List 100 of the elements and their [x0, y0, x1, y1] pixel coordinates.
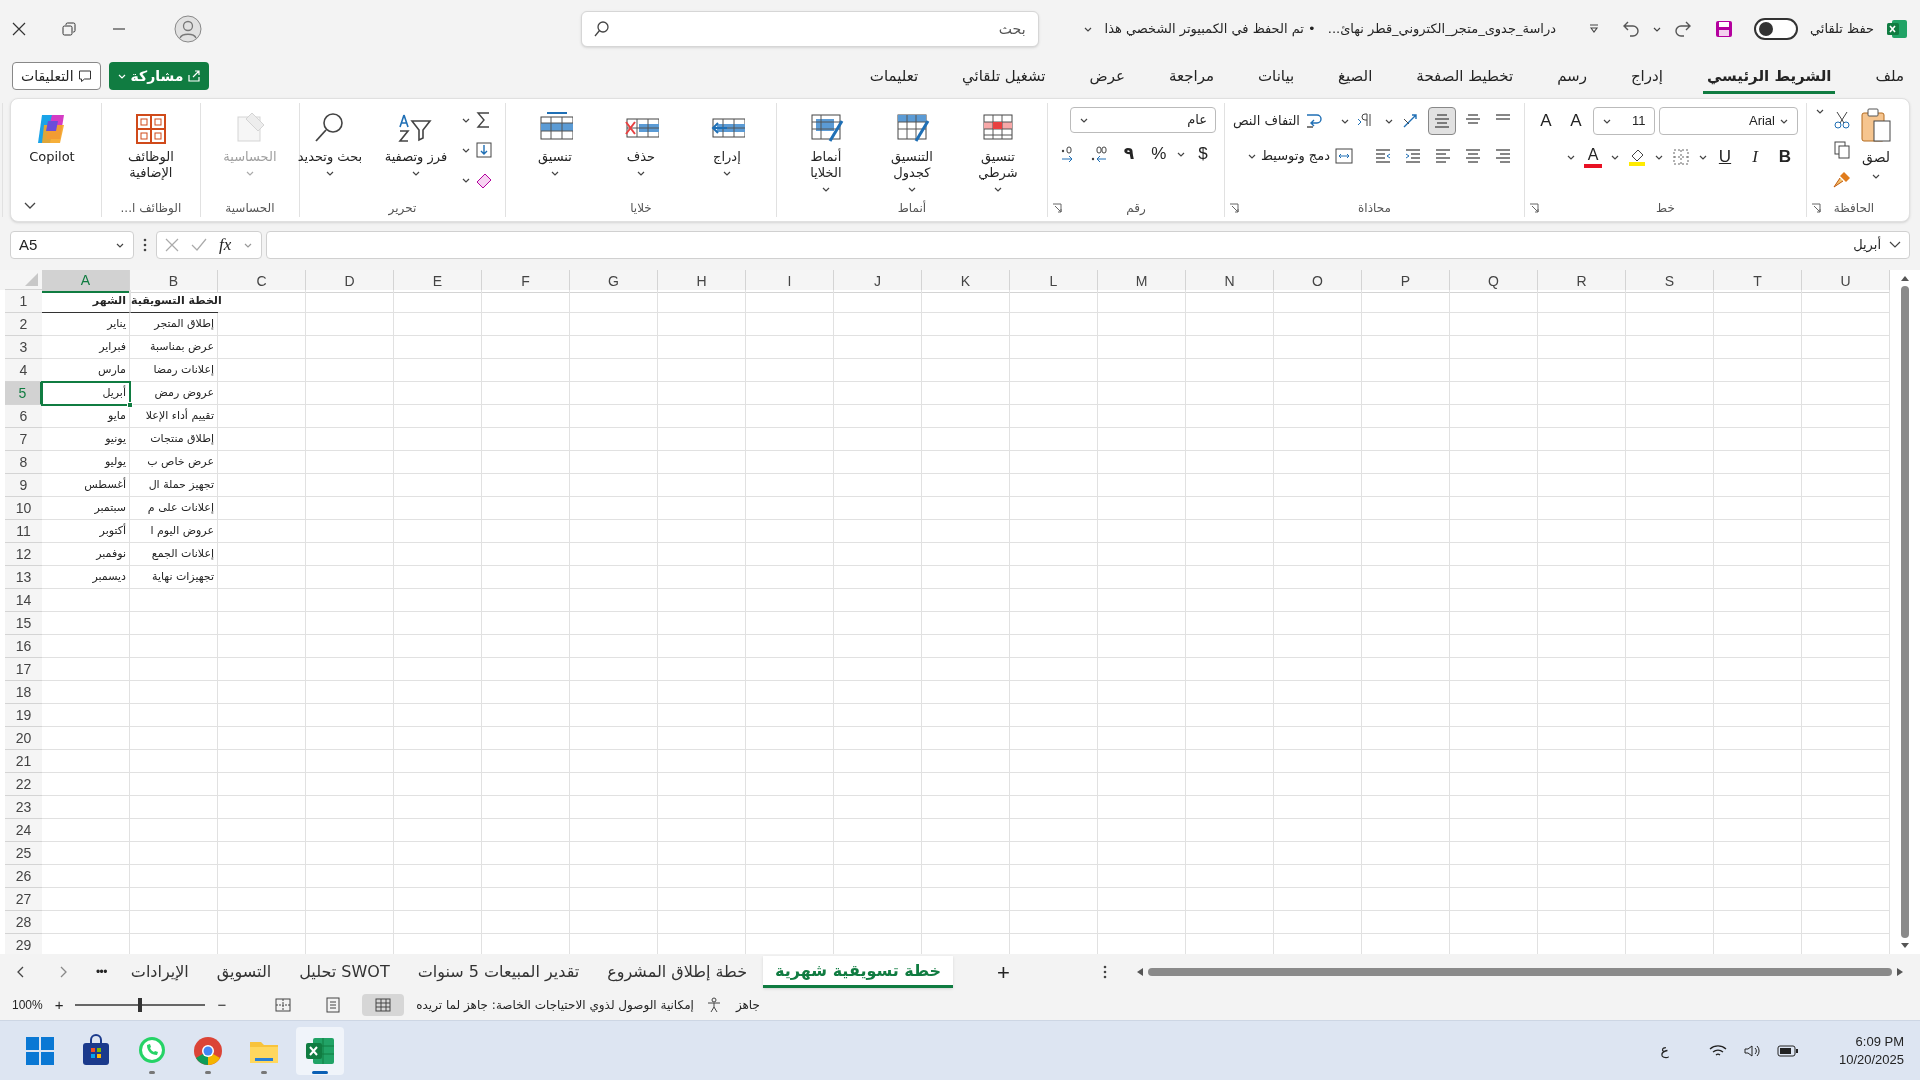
ribbon-button[interactable]: أنماط الخلايا: [784, 107, 867, 193]
name-box[interactable]: A5: [10, 231, 134, 259]
ribbon-tab[interactable]: إدراج: [1626, 64, 1667, 94]
row-header[interactable]: 19: [5, 704, 42, 727]
ribbon-button[interactable]: التنسيق كجدول: [870, 107, 953, 193]
column-header[interactable]: I: [746, 270, 834, 293]
currency-button[interactable]: $: [1189, 141, 1216, 167]
sheet-tab[interactable]: خطة إطلاق المشروع: [595, 956, 760, 988]
ribbon-button[interactable]: تنسيق: [513, 107, 596, 177]
row-header[interactable]: 7: [5, 428, 42, 451]
ribbon-tab[interactable]: الشريط الرئيسي: [1702, 64, 1836, 94]
sheet-tab[interactable]: التسويق: [204, 956, 284, 988]
table-cell[interactable]: إعلانات الجمع: [130, 543, 218, 566]
row-header[interactable]: 16: [5, 635, 42, 658]
sheet-tab[interactable]: خطة تسويقية شهرية: [763, 956, 954, 988]
table-cell[interactable]: أبريل: [42, 382, 130, 405]
ribbon-tab[interactable]: الصيغ: [1334, 64, 1377, 94]
row-header[interactable]: 11: [5, 520, 42, 543]
row-header[interactable]: 20: [5, 727, 42, 750]
ribbon-button[interactable]: تنسيق شرطي: [956, 107, 1039, 193]
ribbon-button[interactable]: فرز وتصفية: [374, 107, 457, 177]
row-header[interactable]: 26: [5, 865, 42, 888]
ribbon-tab[interactable]: بيانات: [1253, 64, 1299, 94]
row-header[interactable]: 27: [5, 888, 42, 911]
row-header[interactable]: 28: [5, 911, 42, 934]
row-header[interactable]: 24: [5, 819, 42, 842]
sheet-tab[interactable]: الإيرادات: [118, 956, 201, 988]
sheet-tab[interactable]: تقدير المبيعات 5 سنوات: [405, 956, 592, 988]
clock-date[interactable]: 10/20/2025: [1838, 1050, 1904, 1069]
share-button[interactable]: مشاركة: [108, 62, 210, 90]
zoom-out-button[interactable]: −: [217, 993, 227, 1017]
wrap-text-button[interactable]: التفاف النص: [1232, 111, 1324, 131]
column-header[interactable]: M: [1098, 270, 1186, 293]
row-header[interactable]: 4: [5, 359, 42, 382]
add-sheet-button[interactable]: +: [997, 955, 1010, 989]
ribbon-tab[interactable]: عرض: [1085, 64, 1129, 94]
column-header[interactable]: H: [658, 270, 746, 293]
ribbon-button[interactable]: Copilot: [10, 107, 93, 165]
row-header[interactable]: 2: [5, 313, 42, 336]
column-header[interactable]: N: [1186, 270, 1274, 293]
merge-center-button[interactable]: دمج وتوسيط: [1260, 146, 1354, 166]
table-cell[interactable]: تجهيزات نهاية: [130, 566, 218, 589]
row-header[interactable]: 6: [5, 405, 42, 428]
ribbon-button[interactable]: بحث وتحديد: [288, 107, 371, 177]
number-format-field[interactable]: عام: [1069, 107, 1216, 133]
row-header[interactable]: 10: [5, 497, 42, 520]
comma-style-button[interactable]: ٩: [1115, 141, 1142, 167]
ribbon-button[interactable]: الوظائف الإضافية: [109, 107, 192, 181]
column-header[interactable]: P: [1362, 270, 1450, 293]
row-header[interactable]: 14: [5, 589, 42, 612]
ribbon-tab[interactable]: تعليمات: [865, 64, 923, 94]
column-header[interactable]: E: [394, 270, 482, 293]
document-title[interactable]: دراسة_جدوى_متجر_الكتروني_قطر نهائ...: [1327, 19, 1556, 39]
column-header[interactable]: T: [1714, 270, 1802, 293]
table-cell[interactable]: عرض بمناسبة: [130, 336, 218, 359]
accessibility-status[interactable]: إمكانية الوصول لذوي الاحتياجات الخاصة: جاهز لما تريده: [416, 996, 694, 1014]
row-header[interactable]: 8: [5, 451, 42, 474]
percent-button[interactable]: %: [1145, 141, 1172, 167]
table-cell[interactable]: تجهيز حملة ال: [130, 474, 218, 497]
ribbon-tab[interactable]: رسم: [1553, 64, 1591, 94]
ribbon-tab[interactable]: ملف: [1871, 64, 1908, 94]
column-header[interactable]: K: [922, 270, 1010, 293]
row-header[interactable]: 18: [5, 681, 42, 704]
table-cell[interactable]: إعلانات على م: [130, 497, 218, 520]
column-header[interactable]: L: [1010, 270, 1098, 293]
search-field[interactable]: بحث: [580, 11, 1039, 47]
increase-font-button[interactable]: A: [1562, 108, 1589, 134]
table-cell[interactable]: تقييم أداء الإعلا: [130, 405, 218, 428]
row-header[interactable]: 25: [5, 842, 42, 865]
column-header[interactable]: F: [482, 270, 570, 293]
column-header[interactable]: G: [570, 270, 658, 293]
more-sheets-button[interactable]: •••: [96, 963, 107, 981]
ribbon-tab[interactable]: تخطيط الصفحة: [1412, 64, 1518, 94]
decrease-font-button[interactable]: A: [1533, 108, 1559, 134]
row-header[interactable]: 15: [5, 612, 42, 635]
underline-button[interactable]: U: [1712, 144, 1738, 170]
zoom-in-button[interactable]: +: [54, 993, 64, 1017]
zoom-level[interactable]: 100%: [12, 996, 43, 1014]
formula-input[interactable]: أبريل: [266, 231, 1910, 259]
table-cell[interactable]: عروض اليوم ا: [130, 520, 218, 543]
ribbon-button[interactable]: حذف: [599, 107, 682, 177]
row-header[interactable]: 1: [5, 290, 42, 313]
row-header[interactable]: 17: [5, 658, 42, 681]
column-header[interactable]: J: [834, 270, 922, 293]
font-name-field[interactable]: Arial: [1658, 107, 1798, 135]
column-header[interactable]: D: [306, 270, 394, 293]
row-header[interactable]: 22: [5, 773, 42, 796]
row-header[interactable]: 5: [5, 382, 42, 405]
table-cell[interactable]: إطلاق المتجر: [130, 313, 218, 336]
table-cell[interactable]: إطلاق منتجات: [130, 428, 218, 451]
column-header[interactable]: O: [1274, 270, 1362, 293]
paste-button[interactable]: لصق: [1859, 107, 1893, 180]
italic-button[interactable]: I: [1742, 144, 1768, 170]
column-header[interactable]: R: [1538, 270, 1626, 293]
row-header[interactable]: 3: [5, 336, 42, 359]
clock-time[interactable]: 6:09 PM: [1855, 1032, 1904, 1051]
table-cell[interactable]: إعلانات رمضا: [130, 359, 218, 382]
ribbon-tab[interactable]: مراجعة: [1164, 64, 1218, 94]
row-header[interactable]: 9: [5, 474, 42, 497]
column-header[interactable]: A: [42, 270, 130, 293]
